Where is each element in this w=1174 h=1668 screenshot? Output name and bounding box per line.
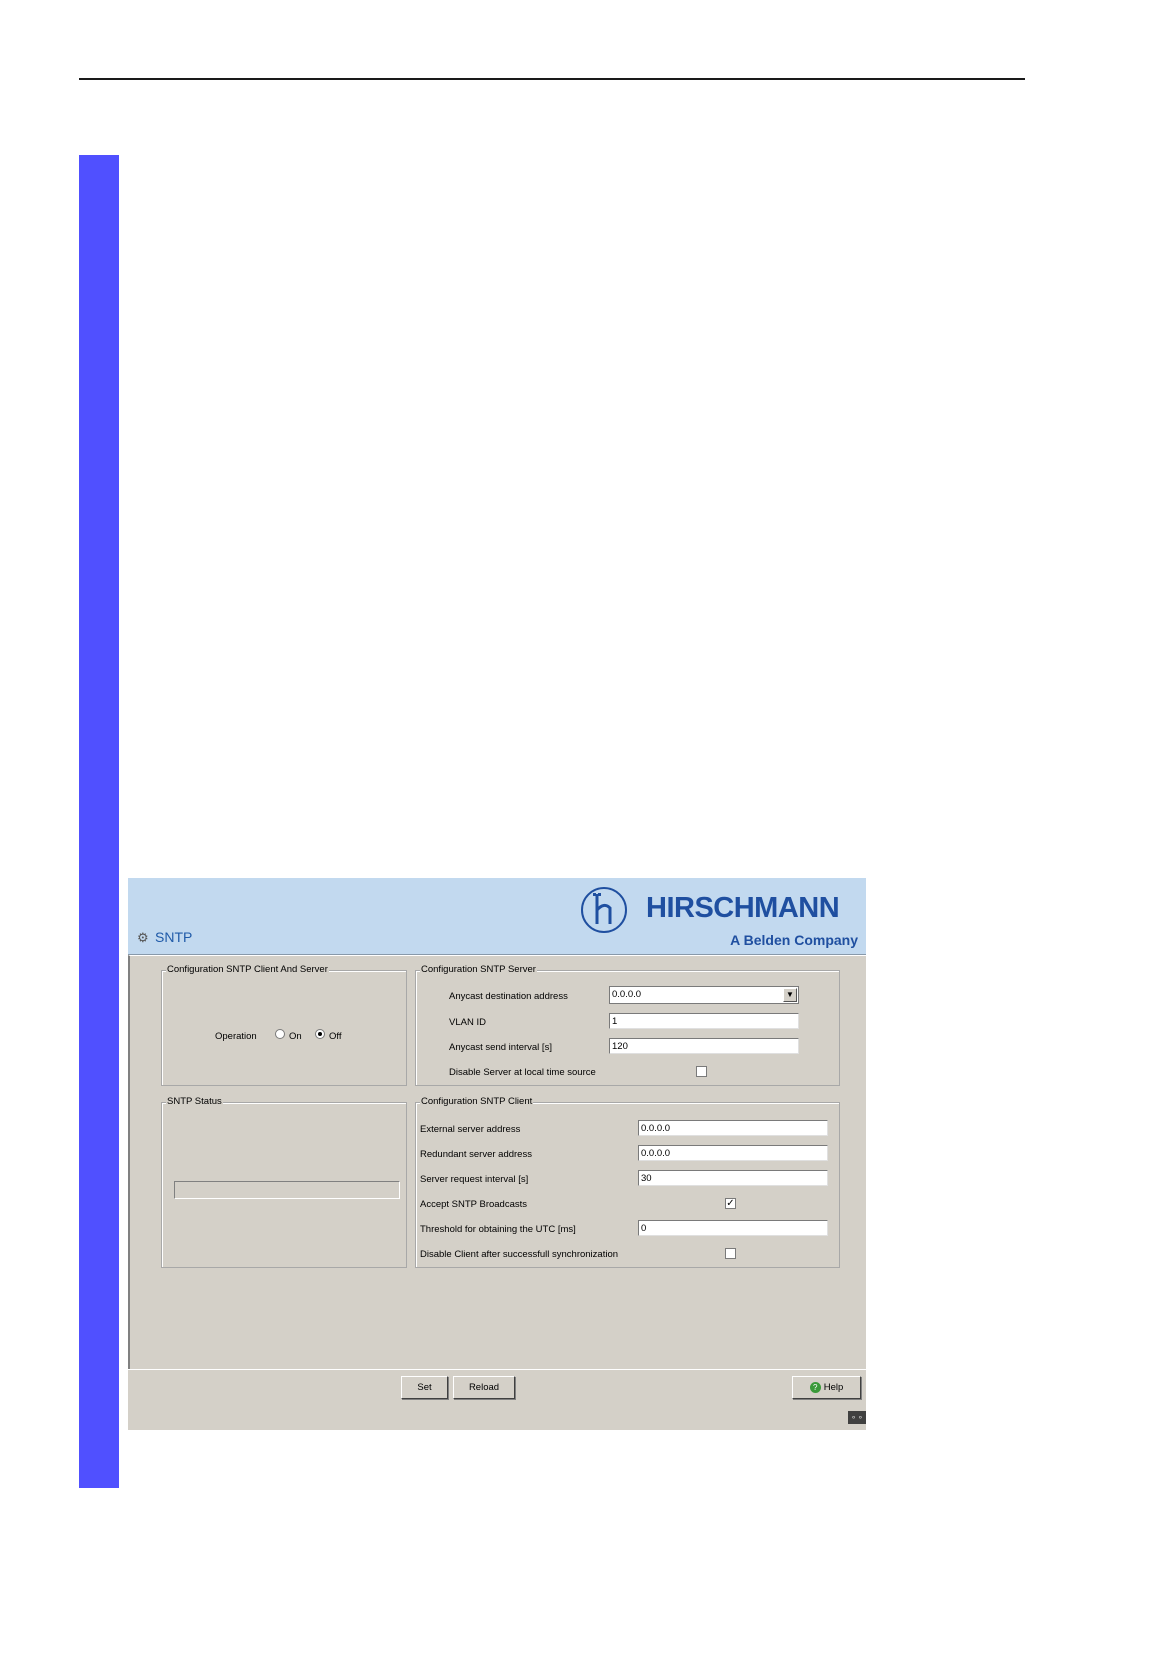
disable-server-checkbox[interactable] <box>696 1066 707 1077</box>
group-legend: Configuration SNTP Client <box>420 1096 534 1107</box>
dialog-footer: Set Reload ? Help ⚬⚬ <box>128 1369 866 1430</box>
group-legend: Configuration SNTP Server <box>420 964 537 975</box>
connection-status-icon: ⚬⚬ <box>848 1411 866 1424</box>
group-legend: Configuration SNTP Client And Server <box>166 964 329 975</box>
top-rule <box>79 78 1025 80</box>
operation-on-radio[interactable] <box>275 1029 285 1039</box>
anycast-interval-label: Anycast send interval [s] <box>449 1042 552 1053</box>
chevron-down-icon[interactable]: ▼ <box>783 988 797 1002</box>
disable-client-label: Disable Client after successfull synchro… <box>420 1249 619 1260</box>
group-sntp-client: Configuration SNTP Client External serve… <box>415 1096 840 1268</box>
disable-server-label: Disable Server at local time source <box>449 1067 596 1078</box>
group-sntp-status: SNTP Status <box>161 1096 407 1268</box>
help-button[interactable]: ? Help <box>792 1376 861 1399</box>
dialog-content: Configuration SNTP Client And Server Ope… <box>128 955 866 1369</box>
side-bar <box>79 155 119 1488</box>
operation-off-radio[interactable] <box>315 1029 325 1039</box>
disable-client-checkbox[interactable] <box>725 1248 736 1259</box>
external-server-label: External server address <box>420 1124 521 1135</box>
radio-selected-dot <box>318 1032 322 1036</box>
accept-broadcasts-checkbox[interactable]: ✓ <box>725 1198 736 1209</box>
request-interval-field[interactable] <box>638 1170 828 1186</box>
accept-broadcasts-label: Accept SNTP Broadcasts <box>420 1199 528 1210</box>
status-progress-bar <box>174 1181 400 1199</box>
external-server-field[interactable] <box>638 1120 828 1136</box>
gear-icon: ⚙ <box>137 930 149 945</box>
group-legend: SNTP Status <box>166 1096 223 1107</box>
vlan-id-field[interactable] <box>609 1013 799 1029</box>
request-interval-label: Server request interval [s] <box>420 1174 529 1185</box>
brand-name: HIRSCHMANN <box>646 892 840 924</box>
group-sntp-server: Configuration SNTP Server Anycast destin… <box>415 964 840 1086</box>
redundant-server-label: Redundant server address <box>420 1149 532 1160</box>
threshold-label: Threshold for obtaining the UTC [ms] <box>420 1224 576 1235</box>
sntp-dialog: ⚙ SNTP HIRSCHMANN A Belden Company Confi… <box>128 878 866 1430</box>
anycast-address-label: Anycast destination address <box>449 991 568 1002</box>
vlan-id-label: VLAN ID <box>449 1017 486 1028</box>
anycast-interval-field[interactable] <box>609 1038 799 1054</box>
anycast-address-value: 0.0.0.0 <box>612 989 642 1000</box>
operation-label: Operation <box>215 1031 257 1042</box>
operation-off-label: Off <box>329 1031 342 1042</box>
brand-tagline: A Belden Company <box>730 932 858 948</box>
help-button-label: Help <box>823 1382 844 1393</box>
redundant-server-field[interactable] <box>638 1145 828 1161</box>
dialog-header: ⚙ SNTP HIRSCHMANN A Belden Company <box>128 878 866 955</box>
anycast-address-dropdown[interactable]: 0.0.0.0 ▼ <box>609 986 799 1004</box>
threshold-field[interactable] <box>638 1220 828 1236</box>
group-client-server: Configuration SNTP Client And Server Ope… <box>161 964 407 1086</box>
reload-button[interactable]: Reload <box>453 1376 515 1399</box>
hirschmann-logo-icon <box>581 887 627 933</box>
operation-on-label: On <box>289 1031 302 1042</box>
page-title: SNTP <box>155 929 193 945</box>
set-button[interactable]: Set <box>401 1376 448 1399</box>
help-circle-icon: ? <box>809 1381 821 1393</box>
